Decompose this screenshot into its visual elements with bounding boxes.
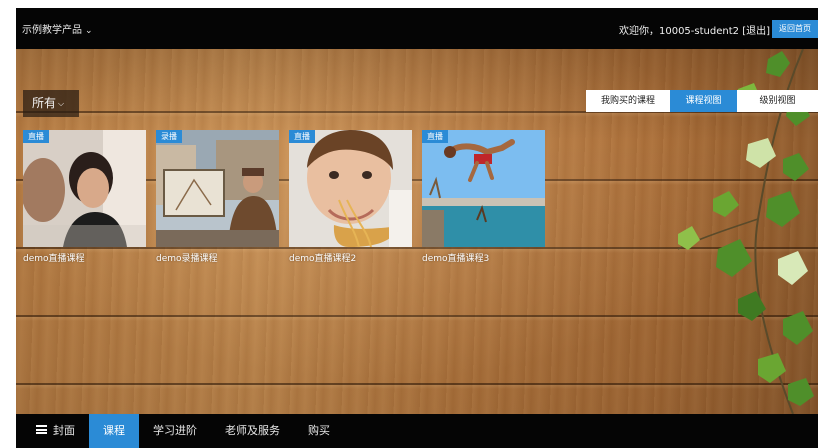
course-thumbnail[interactable]: 直播 (422, 130, 545, 247)
menu-icon (36, 425, 47, 434)
course-card[interactable]: 录播 demo录播课程 (156, 130, 279, 264)
welcome-area: 欢迎你，10005-student2 [退出] (619, 22, 770, 37)
filter-dropdown[interactable]: 所有 ⌵ (23, 90, 79, 117)
course-title[interactable]: demo直播课程2 (289, 251, 412, 264)
course-thumbnail[interactable]: 直播 (289, 130, 412, 247)
nav-item-purchase[interactable]: 购买 (294, 414, 344, 448)
app-frame: 示例教学产品 ⌄ 欢迎你，10005-student2 [退出] 返回首页 所有 ⌵… (16, 8, 818, 448)
filter-label: 所有 (32, 96, 57, 110)
course-image (156, 130, 279, 247)
home-button[interactable]: 返回首页 (772, 20, 818, 38)
chevron-down-icon: ⌵ (58, 99, 65, 108)
nav-item-courses[interactable]: 课程 (89, 414, 139, 448)
course-card[interactable]: 直播 demo直播课程2 (289, 130, 412, 264)
course-badge: 录播 (156, 130, 182, 143)
course-image (289, 130, 412, 247)
top-bar: 示例教学产品 ⌄ 欢迎你，10005-student2 [退出] 返回首页 (16, 8, 818, 49)
logout-link[interactable]: [退出] (742, 26, 770, 37)
course-badge: 直播 (23, 130, 49, 143)
bottom-nav: 封面 课程 学习进阶 老师及服务 购买 (16, 414, 818, 448)
course-thumbnail[interactable]: 直播 (23, 130, 146, 247)
tab-course-view[interactable]: 课程视图 (670, 90, 737, 112)
nav-item-cover[interactable]: 封面 (16, 414, 89, 448)
nav-item-label: 封面 (53, 424, 75, 437)
course-badge: 直播 (289, 130, 315, 143)
course-image (23, 130, 146, 247)
course-thumbnail[interactable]: 录播 (156, 130, 279, 247)
course-title[interactable]: demo录播课程 (156, 251, 279, 264)
product-selector[interactable]: 示例教学产品 ⌄ (22, 21, 93, 36)
tab-level-view[interactable]: 级别视图 (737, 90, 818, 112)
course-card[interactable]: 直播 demo直播课程3 (422, 130, 545, 264)
view-tabs: 我购买的课程 课程视图 级别视图 (586, 90, 818, 112)
tab-my-purchased[interactable]: 我购买的课程 (586, 90, 670, 112)
nav-item-teachers-service[interactable]: 老师及服务 (211, 414, 294, 448)
product-selector-label: 示例教学产品 (22, 25, 82, 36)
chevron-down-icon: ⌄ (85, 26, 93, 36)
course-title[interactable]: demo直播课程 (23, 251, 146, 264)
course-badge: 直播 (422, 130, 448, 143)
welcome-text: 欢迎你，10005-student2 (618, 26, 739, 37)
course-title[interactable]: demo直播课程3 (422, 251, 545, 264)
nav-item-learning-progress[interactable]: 学习进阶 (139, 414, 211, 448)
course-card[interactable]: 直播 demo直播课程 (23, 130, 146, 264)
course-image (422, 130, 545, 247)
